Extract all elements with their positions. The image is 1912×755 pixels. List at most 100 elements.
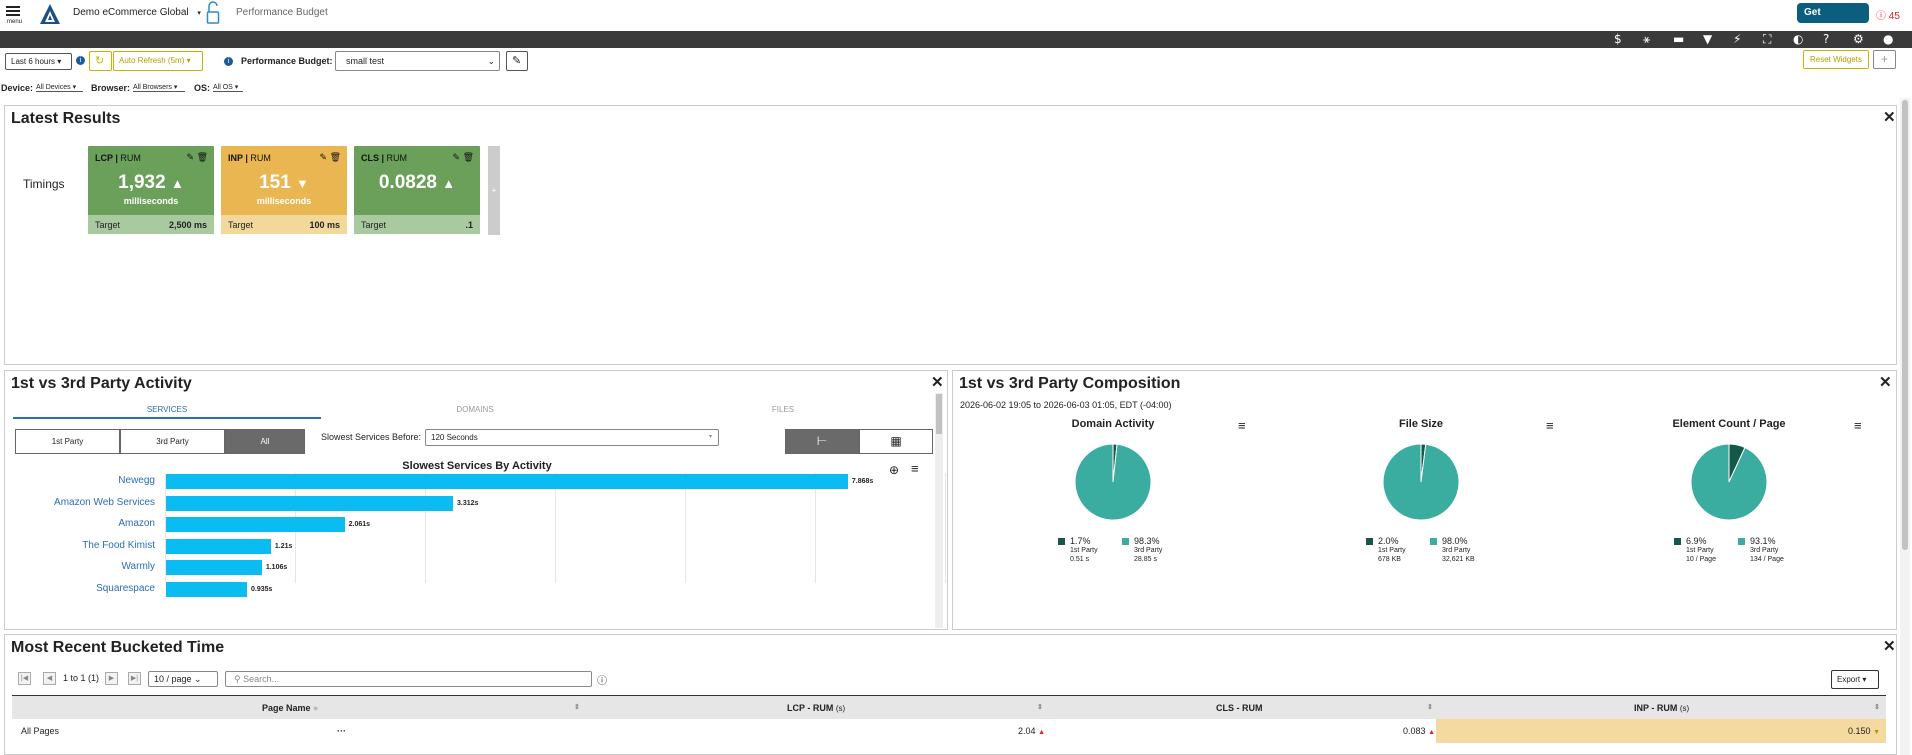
search-placeholder: Search... (243, 674, 280, 684)
help-icon[interactable]: ? (1823, 33, 1829, 46)
share-icon[interactable]: ⚹ (1643, 33, 1650, 46)
add-widget-button[interactable]: + (1873, 50, 1896, 69)
pie-slice[interactable] (1690, 443, 1768, 521)
comment-icon[interactable]: ▬ (1673, 33, 1684, 46)
reset-widgets-button[interactable]: Reset Widgets (1803, 50, 1869, 69)
panel-scrollbar[interactable] (935, 393, 943, 628)
bar[interactable] (166, 560, 262, 575)
pie-slice[interactable] (1074, 443, 1152, 521)
export-button[interactable]: Export ▾ (1831, 670, 1879, 689)
tab-files[interactable]: FILES (629, 405, 937, 414)
table-view-button[interactable]: ▦ (859, 429, 933, 454)
menu-button[interactable]: menu (6, 4, 22, 26)
gear-icon[interactable]: ⚙ (1853, 33, 1864, 46)
filter-icon[interactable]: ▼ (1703, 33, 1712, 46)
os-select[interactable]: All OS ▾ (213, 83, 243, 92)
pin-button[interactable]: ✎ (506, 51, 528, 71)
close-icon[interactable]: ✕ (1883, 108, 1896, 126)
close-icon[interactable]: ✕ (931, 373, 944, 391)
pie-legend-item[interactable]: 6.9% 1st Party 10 / Page (1674, 536, 1716, 564)
sort-icon[interactable]: ⇕ (1427, 696, 1433, 720)
metric-tile-lcp[interactable]: LCP | RUM ✎ 🗑 1,932 ▲ milliseconds Targe… (88, 146, 214, 234)
bar-label[interactable]: Newegg (5, 475, 155, 486)
auto-refresh-select[interactable]: Auto Refresh (5m) ▾ (113, 51, 203, 71)
sort-icon[interactable]: ⇕ (574, 696, 580, 720)
per-page-select[interactable]: 10 / page ⌄ (148, 671, 218, 687)
fullscreen-icon[interactable]: ⛶ (1763, 33, 1771, 46)
refresh-button[interactable]: ↻ (89, 51, 112, 71)
lightning-icon[interactable]: ⚡ (1733, 33, 1741, 46)
pie-legend-item[interactable]: 1.7% 1st Party 0.51 s (1058, 536, 1098, 564)
bar-label[interactable]: Squarespace (5, 583, 155, 594)
col-cls[interactable]: CLS - RUM (1216, 696, 1263, 720)
bar-label[interactable]: The Food Kimist (5, 540, 155, 551)
add-tile-button[interactable]: + (488, 146, 500, 235)
bar[interactable] (166, 581, 248, 597)
first-party-toggle[interactable]: 1st Party (15, 429, 120, 454)
edit-delete-icons[interactable]: ✎ 🗑 (320, 152, 342, 163)
col-inp[interactable]: INP - RUM (s) (1634, 696, 1689, 720)
row-menu-icon[interactable]: ··· (337, 719, 346, 743)
chart-view-button[interactable]: ⊢ (785, 429, 859, 454)
metric-tile-cls[interactable]: CLS | RUM ✎ 🗑 0.0828 ▲ Target .1 (354, 146, 480, 234)
last-page-button[interactable]: ▶| (128, 672, 141, 685)
chart-menu-icon[interactable]: ≡ (1546, 418, 1554, 433)
device-select[interactable]: All Devices ▾ (36, 83, 83, 92)
lock-icon[interactable] (206, 1, 220, 25)
user-icon[interactable]: ● (1883, 33, 1893, 46)
pie-slice[interactable] (1382, 443, 1460, 521)
globe-icon[interactable]: ⊕ (889, 463, 899, 477)
chart-menu-icon[interactable]: ≡ (1854, 418, 1862, 433)
budget-select[interactable]: small test ⌄ (335, 51, 500, 71)
help-icon[interactable]: ⓘ (597, 672, 607, 687)
metric-tile-inp[interactable]: INP | RUM ✎ 🗑 151 ▼ milliseconds Target 1… (221, 146, 347, 234)
table-row[interactable]: All Pages ··· 2.04 ▲ 0.083 ▲ 0.150 ▼ (12, 719, 1886, 743)
slowest-before-select[interactable]: 120 Seconds ▾ (425, 429, 719, 446)
sort-icon[interactable]: ⇕ (1874, 696, 1880, 720)
bar[interactable] (166, 538, 271, 554)
search-field[interactable]: ⚲ Search... (225, 671, 592, 687)
tree-icon: ⊢ (816, 434, 828, 448)
time-range-select[interactable]: Last 6 hours ▾ (5, 53, 72, 70)
alerts-badge[interactable]: ⓘ 45 (1876, 7, 1900, 22)
tab-services[interactable]: SERVICES (13, 405, 321, 419)
bar-label[interactable]: Amazon (5, 518, 155, 529)
org-selector[interactable]: Demo eCommerce Global ▾ (73, 7, 201, 18)
trash-icon: 🗑 (196, 152, 208, 162)
bar-value: 1.21s (274, 542, 293, 550)
tab-domains[interactable]: DOMAINS (321, 405, 629, 414)
page-name-cell: All Pages (21, 726, 60, 736)
pie-legend-item[interactable]: 98.3% 3rd Party 28.85 s (1122, 536, 1162, 564)
pie-legend-item[interactable]: 93.1% 3rd Party 134 / Page (1738, 536, 1784, 564)
chart-menu-icon[interactable]: ≡ (1238, 418, 1246, 433)
next-page-button[interactable]: ▶ (105, 672, 118, 685)
pie-legend-item[interactable]: 98.0% 3rd Party 32,621 KB (1430, 536, 1475, 564)
edit-delete-icons[interactable]: ✎ 🗑 (453, 152, 475, 163)
prev-page-button[interactable]: ◀ (43, 672, 56, 685)
contrast-icon[interactable]: ◐ (1793, 33, 1803, 46)
pie-legend-item[interactable]: 2.0% 1st Party 678 KB (1366, 536, 1406, 564)
col-lcp[interactable]: LCP - RUM (s) (787, 696, 845, 720)
bar-label[interactable]: Amazon Web Services (5, 497, 155, 508)
sort-icon[interactable]: ⇕ (1037, 696, 1043, 720)
chart-menu-icon[interactable]: ≡ (911, 461, 919, 476)
page-scrollbar[interactable] (1900, 98, 1910, 755)
third-party-toggle[interactable]: 3rd Party (120, 429, 225, 454)
party-activity-panel: 1st vs 3rd Party Activity ✕ SERVICES DOM… (4, 370, 948, 630)
bar[interactable] (166, 474, 848, 489)
col-page-name[interactable]: Page Name ● (262, 696, 318, 720)
bar-label[interactable]: Warmly (5, 561, 155, 572)
browser-select[interactable]: All Browsers ▾ (133, 83, 185, 92)
first-page-button[interactable]: |◀ (18, 672, 31, 685)
dollar-icon[interactable]: $ (1614, 33, 1622, 46)
bar[interactable] (166, 517, 345, 532)
edit-delete-icons[interactable]: ✎ 🗑 (187, 152, 209, 163)
close-icon[interactable]: ✕ (1879, 373, 1892, 391)
close-icon[interactable]: ✕ (1883, 637, 1896, 655)
all-toggle[interactable]: All (225, 429, 305, 454)
per-page-value: 10 / page (154, 674, 192, 684)
get-started-button[interactable]: Get started♙ (1797, 3, 1869, 38)
bar[interactable] (166, 495, 454, 511)
composition-subtitle: 2026-06-02 19:05 to 2026-06-03 01:05, ED… (960, 400, 1172, 410)
pie-chart (1074, 443, 1152, 521)
